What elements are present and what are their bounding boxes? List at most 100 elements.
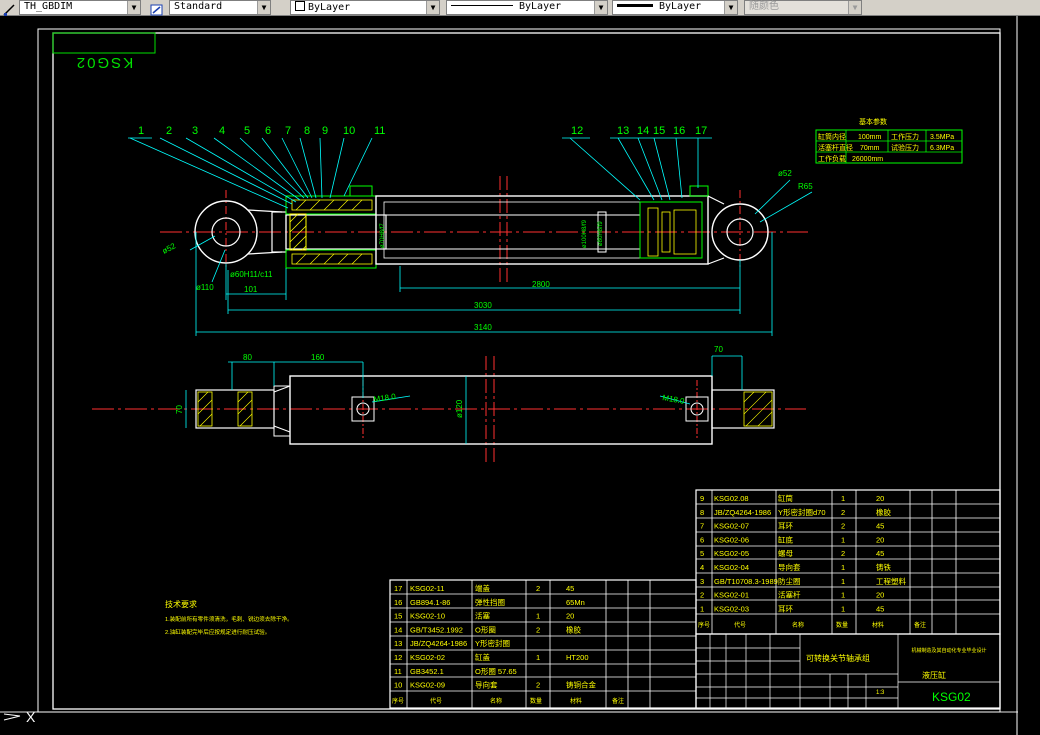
parts-right-cell: KSG02-04 <box>714 563 749 572</box>
linetype-preview-icon <box>451 5 513 6</box>
balloon-17: 17 <box>695 125 707 137</box>
chevron-down-icon[interactable]: ▼ <box>257 1 270 14</box>
parts-left-cell: KSG02-02 <box>410 653 445 662</box>
parts-right-cell: 1 <box>841 577 845 586</box>
parts-left-cell: 导向套 <box>475 680 498 690</box>
parts-right-cell: 1 <box>841 591 845 600</box>
title-block-name: 液压缸 <box>922 670 946 680</box>
dim-70-top: 70 <box>714 345 723 354</box>
parts-right-cell: 7 <box>700 522 704 531</box>
dim-160: 160 <box>311 353 325 362</box>
parts-left-cell: 10 <box>394 681 402 690</box>
balloon-10: 10 <box>343 125 355 137</box>
params-r3c2: 26000mm <box>852 156 883 163</box>
parts-left-cell: KSG02-09 <box>410 681 445 690</box>
balloon-7: 7 <box>285 125 291 137</box>
layer-color-value: ByLayer <box>308 2 351 13</box>
parts-left-cell: 45 <box>566 584 574 593</box>
parts-right-cell: KSG02-07 <box>714 522 749 531</box>
parts-left-cell: KSG02-11 <box>410 584 444 593</box>
parts-right-cell: Y形密封圈d70 <box>778 507 826 517</box>
balloon-1: 1 <box>138 125 144 137</box>
parts-left-cell: JB/ZQ4264-1986 <box>410 639 467 648</box>
parts-left-cell: 14 <box>394 625 402 634</box>
tech-req-title: 技术要求 <box>165 599 197 609</box>
parts-right-cell: 铸铁 <box>876 562 891 572</box>
parts-right-cell: 2 <box>841 549 845 558</box>
parts-right-cell: 20 <box>876 535 884 544</box>
parts-right-cell: 耳环 <box>778 522 793 531</box>
parts-left-cell: 弹性挡圈 <box>475 597 505 607</box>
chevron-down-icon[interactable]: ▼ <box>594 1 607 14</box>
chevron-down-icon[interactable]: ▼ <box>127 1 140 14</box>
parts-right-cell: 6 <box>700 535 704 544</box>
basic-params-table: 基本参数 缸筒内径 100mm 工作压力 3.5MPa 活塞杆直径 70mm 试… <box>815 117 963 164</box>
dim-bore-fit-b: ø80H8/f9 <box>598 221 604 246</box>
dim-d52-right: ø52 <box>778 169 792 178</box>
parts-right-cell: 1 <box>841 535 845 544</box>
parts-right-cell: 1 <box>700 604 704 613</box>
text-style-icon[interactable] <box>150 1 163 16</box>
parts-right-cell: 导向套 <box>778 562 801 572</box>
params-r2c3: 试验压力 <box>891 143 919 152</box>
lineweight-dropdown[interactable]: ByLayer ▼ <box>612 0 738 15</box>
parts-right-cell: 2 <box>841 508 845 517</box>
drawing-canvas[interactable]: KSG02 1 2 3 4 5 6 7 8 9 10 11 12 13 14 1… <box>0 16 1018 735</box>
parts-right-cell: 1 <box>841 563 845 572</box>
text-style-dropdown[interactable]: Standard ▼ <box>169 0 271 15</box>
parts-left-cell: 铸铜合金 <box>566 680 596 690</box>
parts-right-cell: 工程塑料 <box>876 576 906 586</box>
dim-80: 80 <box>243 353 252 362</box>
parts-right-cell: 耳环 <box>778 604 793 613</box>
title-block-school: 机械制造及其自动化专业毕业设计 <box>911 647 986 654</box>
title-block-title: 可转换关节轴承组 <box>806 653 870 663</box>
parts-left-cell: 20 <box>566 612 574 621</box>
parts-right-cell: KSG02.08 <box>714 494 749 503</box>
parts-left-cell: 缸盖 <box>475 652 490 662</box>
dim-d52-left: ø52 <box>161 241 178 256</box>
dimension-style-dropdown[interactable]: TH_GBDIM ▼ <box>19 0 141 15</box>
params-r2c1: 活塞杆直径 <box>818 143 853 152</box>
plot-style-dropdown[interactable]: 随颜色 ▼ <box>744 0 862 15</box>
dimension-style-icon[interactable] <box>3 1 16 16</box>
technical-requirements: 技术要求 1.装配前所有零件须清洗，毛刺、锐边须去除干净。 2.油缸装配完毕后应… <box>165 599 293 636</box>
parts-left-cell: 2 <box>536 625 540 634</box>
linetype-dropdown[interactable]: ByLayer ▼ <box>446 0 608 15</box>
chevron-down-icon[interactable]: ▼ <box>724 1 737 14</box>
balloon-14: 14 <box>637 125 649 137</box>
layer-color-dropdown[interactable]: ByLayer ▼ <box>290 0 440 15</box>
parts-right-cell: 2 <box>700 591 704 600</box>
params-r2c4: 6.3MPa <box>930 145 954 152</box>
parts-left-cell: 1 <box>536 612 540 621</box>
header-right-name: 名称 <box>792 621 804 629</box>
color-swatch-icon <box>295 1 305 11</box>
parts-right-cell: 1 <box>841 604 845 613</box>
chevron-down-icon[interactable]: ▼ <box>426 1 439 14</box>
parts-right-cell: 4 <box>700 563 704 572</box>
header-right-qty: 数量 <box>836 621 848 629</box>
balloon-3: 3 <box>192 125 198 137</box>
parts-list-right: 9 KSG02.08 缸筒 1 20 8 JB/ZQ4264-1986 Y形密封圈d70 2 橡胶… <box>695 489 1001 635</box>
parts-right-cell: 45 <box>876 549 884 558</box>
title-block: 可转换关节轴承组 机械制造及其自动化专业毕业设计 液压缸 KSG02 1:3 <box>695 633 1001 709</box>
ucs-icon: X <box>3 709 36 725</box>
params-r3c1: 工作负载 <box>818 154 846 163</box>
parts-left-cell: 端盖 <box>475 583 490 593</box>
header-right-seq: 序号 <box>698 621 710 629</box>
header-left-qty: 数量 <box>530 697 542 705</box>
chevron-down-icon[interactable]: ▼ <box>848 1 861 14</box>
header-left-note: 备注 <box>612 697 624 705</box>
dim-m18-right: M18.0 <box>662 393 686 406</box>
params-r1c4: 3.5MPa <box>930 134 954 141</box>
parts-left-cell: O形圈 57.65 <box>475 667 517 676</box>
params-title: 基本参数 <box>859 117 887 126</box>
parts-left-cell: KSG02-10 <box>410 612 445 621</box>
header-left-code: 代号 <box>430 697 442 705</box>
balloon-15: 15 <box>653 125 665 137</box>
parts-right-cell: KSG02-06 <box>714 535 749 544</box>
parts-right-cell: 2 <box>841 522 845 531</box>
balloon-6: 6 <box>265 125 271 137</box>
ucs-axis-label: X <box>26 709 36 725</box>
dim-bore-fit-a: ø100H8/f9 <box>582 219 588 248</box>
parts-right-cell: 45 <box>876 604 884 613</box>
